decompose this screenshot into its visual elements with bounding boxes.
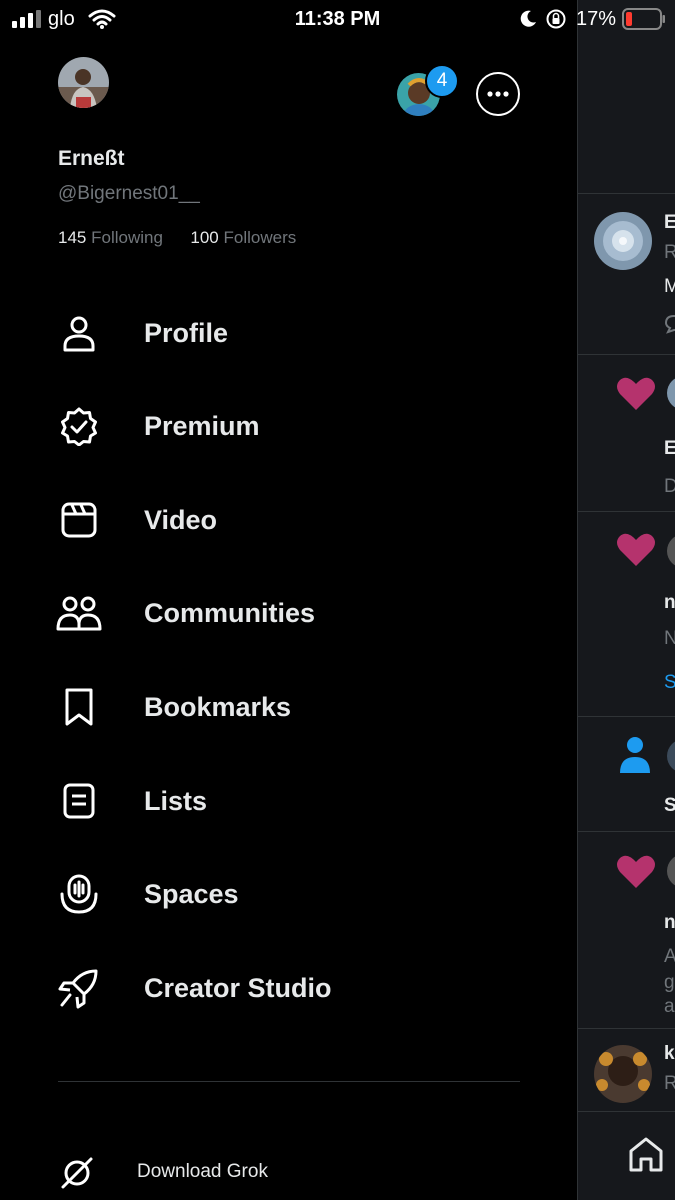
list-item[interactable]: E R M [578, 193, 675, 355]
more-options-button[interactable] [476, 72, 520, 116]
more-dots-icon [487, 91, 509, 97]
list-item-text: M [664, 276, 675, 298]
list-item[interactable]: k R [578, 1029, 675, 1112]
avatar [667, 854, 675, 888]
navigation-drawer: 4 Erneßt @Bigernest01__ 145 Following 10… [0, 0, 577, 1200]
list-item-text: n [664, 592, 675, 613]
communities-icon [56, 590, 102, 636]
home-icon [629, 1137, 663, 1172]
list-item-text: R [664, 242, 675, 264]
rocket-icon [56, 965, 102, 1011]
battery-icon [622, 8, 665, 30]
avatar [667, 739, 675, 773]
menu-label-bookmarks: Bookmarks [144, 691, 292, 722]
person-icon [56, 310, 102, 356]
following-label: Following [91, 228, 163, 247]
list-item[interactable]: S [578, 717, 675, 832]
menu-item-communities[interactable]: Communities [0, 578, 577, 648]
spaces-mic-icon [56, 871, 102, 917]
menu-item-spaces[interactable]: Spaces [0, 859, 577, 929]
menu-label-lists: Lists [144, 785, 208, 816]
menu-label-profile: Profile [144, 317, 229, 348]
account-count-badge: 4 [425, 64, 459, 98]
menu-label-premium: Premium [144, 410, 260, 441]
battery-percent: 17% [576, 8, 617, 30]
list-item-text: a [664, 996, 675, 1017]
heart-icon [617, 377, 655, 410]
list-item-text: E [664, 438, 675, 460]
avatar [594, 1045, 652, 1103]
list-item[interactable]: n A g a [578, 832, 675, 1029]
person-icon [620, 737, 650, 773]
followers-label: Followers [223, 228, 297, 247]
status-bar: glo 11:38 PM 17% [0, 0, 675, 38]
heart-icon [617, 533, 655, 566]
list-item-text: n [664, 912, 675, 933]
menu-item-lists[interactable]: Lists [0, 766, 577, 836]
list-item-text: N [664, 628, 675, 650]
reply-icon [664, 314, 675, 334]
menu-label-creator-studio: Creator Studio [144, 972, 332, 1003]
menu-item-video[interactable]: Video [0, 485, 577, 555]
list-item-text: g [664, 972, 675, 993]
clock: 11:38 PM [294, 8, 381, 30]
menu-item-creator-studio[interactable]: Creator Studio [0, 953, 577, 1023]
list-item[interactable]: E D [578, 354, 675, 512]
avatar [667, 534, 675, 568]
menu-item-premium[interactable]: Premium [0, 391, 577, 461]
list-item[interactable]: n N S [578, 512, 675, 717]
user-handle: @Bigernest01__ [58, 183, 200, 204]
list-item-text: D [664, 476, 675, 498]
list-item-text: k [664, 1043, 675, 1064]
menu-label-video: Video [144, 504, 218, 535]
avatar[interactable] [58, 57, 109, 108]
menu-item-profile[interactable]: Profile [0, 298, 577, 368]
video-clapper-icon [56, 497, 102, 543]
moon-icon [520, 10, 536, 27]
rotation-lock-icon [546, 9, 566, 29]
menu-label-communities: Communities [144, 597, 316, 628]
feed-peek[interactable]: E R M E D n N S S n A g a k R [577, 0, 675, 1200]
download-grok-label: Download Grok [137, 1161, 268, 1182]
bookmark-icon [56, 684, 102, 730]
avatar [594, 212, 652, 270]
following-count: 145 [58, 228, 87, 247]
list-item-text: E [664, 212, 675, 234]
followers-count: 100 [190, 228, 219, 247]
divider [58, 1081, 520, 1082]
menu-item-bookmarks[interactable]: Bookmarks [0, 672, 577, 742]
display-name[interactable]: Erneßt [58, 147, 125, 171]
menu-label-spaces: Spaces [144, 878, 239, 909]
follow-stats: 145 Following 100 Followers [58, 228, 296, 248]
list-item-text[interactable]: S [664, 672, 675, 694]
avatar [667, 376, 675, 410]
list-item-text: A [664, 946, 675, 968]
list-item-text: S [664, 795, 675, 817]
list-icon [56, 778, 102, 824]
followers-link[interactable]: 100 Followers [190, 228, 296, 247]
verified-badge-icon [56, 403, 102, 449]
list-item-text: R [664, 1073, 675, 1095]
heart-icon [617, 855, 655, 888]
home-tab[interactable] [626, 1134, 666, 1178]
grok-icon [60, 1156, 94, 1195]
download-grok-link[interactable]: Download Grok [0, 1148, 577, 1198]
following-link[interactable]: 145 Following [58, 228, 163, 247]
